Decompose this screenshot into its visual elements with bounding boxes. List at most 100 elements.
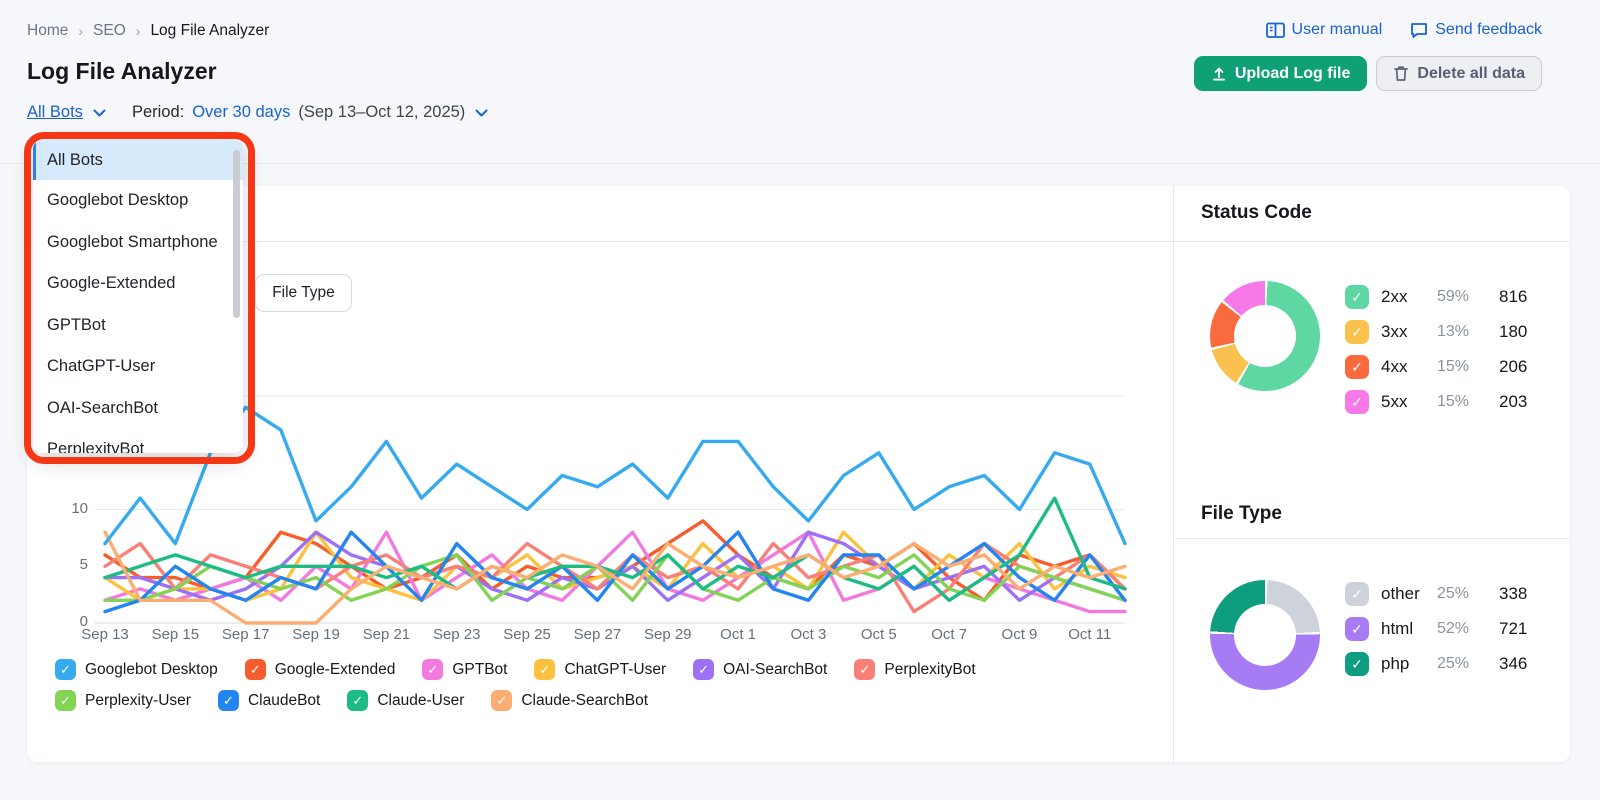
x-tick-label: Oct 7 [931, 626, 968, 643]
trash-icon [1394, 66, 1409, 81]
filter-bar: All Bots Period: Over 30 days (Sep 13–Oc… [27, 103, 488, 122]
checkbox-checked-icon[interactable]: ✓ [217, 690, 239, 711]
legend-label: Google-Extended [274, 660, 396, 678]
book-icon [1265, 22, 1285, 38]
chevron-down-icon[interactable] [93, 109, 106, 117]
chevron-right-icon: › [135, 23, 141, 39]
bot-filter-trigger[interactable]: All Bots [27, 103, 83, 122]
x-tick-label: Sep 21 [362, 626, 411, 643]
delete-button-label: Delete all data [1417, 64, 1525, 82]
checkbox-checked-icon[interactable]: ✓ [1345, 355, 1369, 379]
page-title: Log File Analyzer [27, 58, 217, 84]
checkbox-checked-icon[interactable]: ✓ [1345, 285, 1369, 309]
status-code-legend-item-3xx[interactable]: ✓ 3xx 13% 180 [1345, 320, 1527, 344]
dropdown-item-googlebot-smartphone[interactable]: Googlebot Smartphone [33, 222, 243, 264]
legend-label: GPTBot [452, 660, 508, 678]
checkbox-checked-icon[interactable]: ✓ [422, 659, 444, 680]
checkbox-checked-icon[interactable]: ✓ [55, 690, 76, 711]
dropdown-item-perplexitybot[interactable]: PerplexityBot [33, 429, 243, 453]
legend-item-google-extended[interactable]: ✓ Google-Extended [244, 659, 396, 680]
file-type-legend-item-html[interactable]: ✓ html 52% 721 [1345, 617, 1527, 641]
checkbox-checked-icon[interactable]: ✓ [1345, 617, 1369, 641]
legend-item-claudebot[interactable]: ✓ ClaudeBot [217, 690, 320, 711]
user-manual-link[interactable]: User manual [1265, 21, 1383, 39]
upload-icon [1212, 67, 1225, 81]
slice-percent: 15% [1437, 393, 1470, 410]
slice-count: 206 [1499, 357, 1528, 376]
checkbox-checked-icon[interactable]: ✓ [491, 690, 513, 711]
legend-item-googlebot-desktop[interactable]: ✓ Googlebot Desktop [55, 659, 218, 680]
dropdown-item-chatgpt-user[interactable]: ChatGPT-User [33, 346, 243, 388]
breadcrumb-seo[interactable]: SEO [93, 22, 126, 40]
send-feedback-link[interactable]: Send feedback [1410, 21, 1542, 39]
line-series-oai-searchbot [103, 530, 1127, 602]
dropdown-item-gptbot[interactable]: GPTBot [33, 305, 243, 347]
slice-label: 5xx [1381, 392, 1408, 411]
header-buttons: Upload Log file Delete all data [1193, 56, 1542, 91]
period-value[interactable]: Over 30 days [192, 103, 290, 122]
checkbox-checked-icon[interactable]: ✓ [244, 659, 266, 680]
y-tick-label: 10 [71, 499, 88, 517]
slice-percent: 25% [1437, 585, 1470, 602]
y-tick-label: 5 [79, 556, 88, 574]
legend-item-claude-searchbot[interactable]: ✓ Claude-SearchBot [491, 690, 648, 711]
legend-item-chatgpt-user[interactable]: ✓ ChatGPT-User [534, 659, 666, 680]
checkbox-checked-icon[interactable]: ✓ [534, 659, 556, 680]
slice-label: html [1381, 619, 1414, 638]
slice-label: 2xx [1381, 287, 1408, 306]
x-tick-label: Oct 1 [720, 626, 757, 643]
x-tick-label: Sep 23 [432, 626, 481, 643]
file-type-donut [1210, 580, 1320, 690]
x-tick-label: Sep 29 [643, 626, 692, 643]
slice-count: 816 [1499, 287, 1528, 306]
line-series-googlebot-desktop [103, 405, 1127, 546]
legend-item-gptbot[interactable]: ✓ GPTBot [422, 659, 507, 680]
checkbox-checked-icon[interactable]: ✓ [55, 659, 76, 680]
checkbox-checked-icon[interactable]: ✓ [693, 659, 715, 680]
x-tick-label: Sep 13 [81, 626, 129, 643]
legend-item-claude-user[interactable]: ✓ Claude-User [347, 690, 464, 711]
upload-log-file-button[interactable]: Upload Log file [1193, 56, 1368, 91]
file-type-legend-item-php[interactable]: ✓ php 25% 346 [1345, 652, 1527, 676]
x-tick-label: Sep 19 [292, 626, 340, 643]
dropdown-item-google-extended[interactable]: Google-Extended [33, 263, 243, 305]
legend-label: Claude-SearchBot [521, 691, 649, 709]
slice-label: 3xx [1381, 322, 1408, 341]
dropdown-item-googlebot-desktop[interactable]: Googlebot Desktop [33, 180, 243, 222]
main-card: 0 5 10 Sep 13 Sep 15 Sep 17 Sep 19 Sep 21 Sep 2… [27, 186, 1570, 762]
slice-label: php [1381, 654, 1410, 673]
checkbox-checked-icon[interactable]: ✓ [1345, 320, 1369, 344]
line-series-chatgpt-user [103, 530, 1127, 602]
breadcrumb-home[interactable]: Home [27, 22, 68, 40]
file-type-divider [1173, 538, 1570, 539]
dropdown-scrollbar[interactable] [233, 150, 240, 318]
legend-item-oai-searchbot[interactable]: ✓ OAI-SearchBot [693, 659, 827, 680]
legend-item-perplexity-user[interactable]: ✓ Perplexity-User [55, 690, 191, 711]
card-header-divider [27, 241, 1570, 242]
file-type-legend-item-other[interactable]: ✓ other 25% 338 [1345, 582, 1527, 606]
checkbox-checked-icon[interactable]: ✓ [347, 690, 369, 711]
slice-count: 180 [1499, 322, 1528, 341]
status-code-legend-item-2xx[interactable]: ✓ 2xx 59% 816 [1345, 285, 1527, 309]
checkbox-checked-icon[interactable]: ✓ [1345, 582, 1369, 606]
file-type-title: File Type [1201, 503, 1282, 524]
checkbox-checked-icon[interactable]: ✓ [1345, 390, 1369, 414]
legend-item-perplexitybot[interactable]: ✓ PerplexityBot [854, 659, 976, 680]
chevron-down-icon[interactable] [475, 109, 488, 117]
status-code-legend-item-5xx[interactable]: ✓ 5xx 15% 203 [1345, 390, 1527, 414]
checkbox-checked-icon[interactable]: ✓ [854, 659, 876, 680]
status-code-title: Status Code [1201, 202, 1312, 223]
slice-count: 721 [1499, 619, 1528, 638]
status-code-legend: ✓ 2xx 59% 816 ✓ 3xx 13% 180 ✓ 4xx 15% 206 ✓ 5xx 15% 203 [1345, 285, 1527, 414]
bot-dropdown-list: All Bots Googlebot Desktop Googlebot Smart… [33, 140, 243, 453]
checkbox-checked-icon[interactable]: ✓ [1345, 652, 1369, 676]
file-type-tab-button[interactable]: File Type [255, 274, 352, 312]
dropdown-item-oai-searchbot[interactable]: OAI-SearchBot [33, 388, 243, 430]
slice-label: 4xx [1381, 357, 1408, 376]
user-manual-label: User manual [1291, 21, 1383, 38]
period-label: Period: [131, 103, 185, 121]
status-code-legend-item-4xx[interactable]: ✓ 4xx 15% 206 [1345, 355, 1527, 379]
x-tick-label: Sep 15 [151, 626, 200, 643]
dropdown-item-all-bots[interactable]: All Bots [33, 140, 243, 180]
delete-all-data-button[interactable]: Delete all data [1376, 56, 1542, 91]
